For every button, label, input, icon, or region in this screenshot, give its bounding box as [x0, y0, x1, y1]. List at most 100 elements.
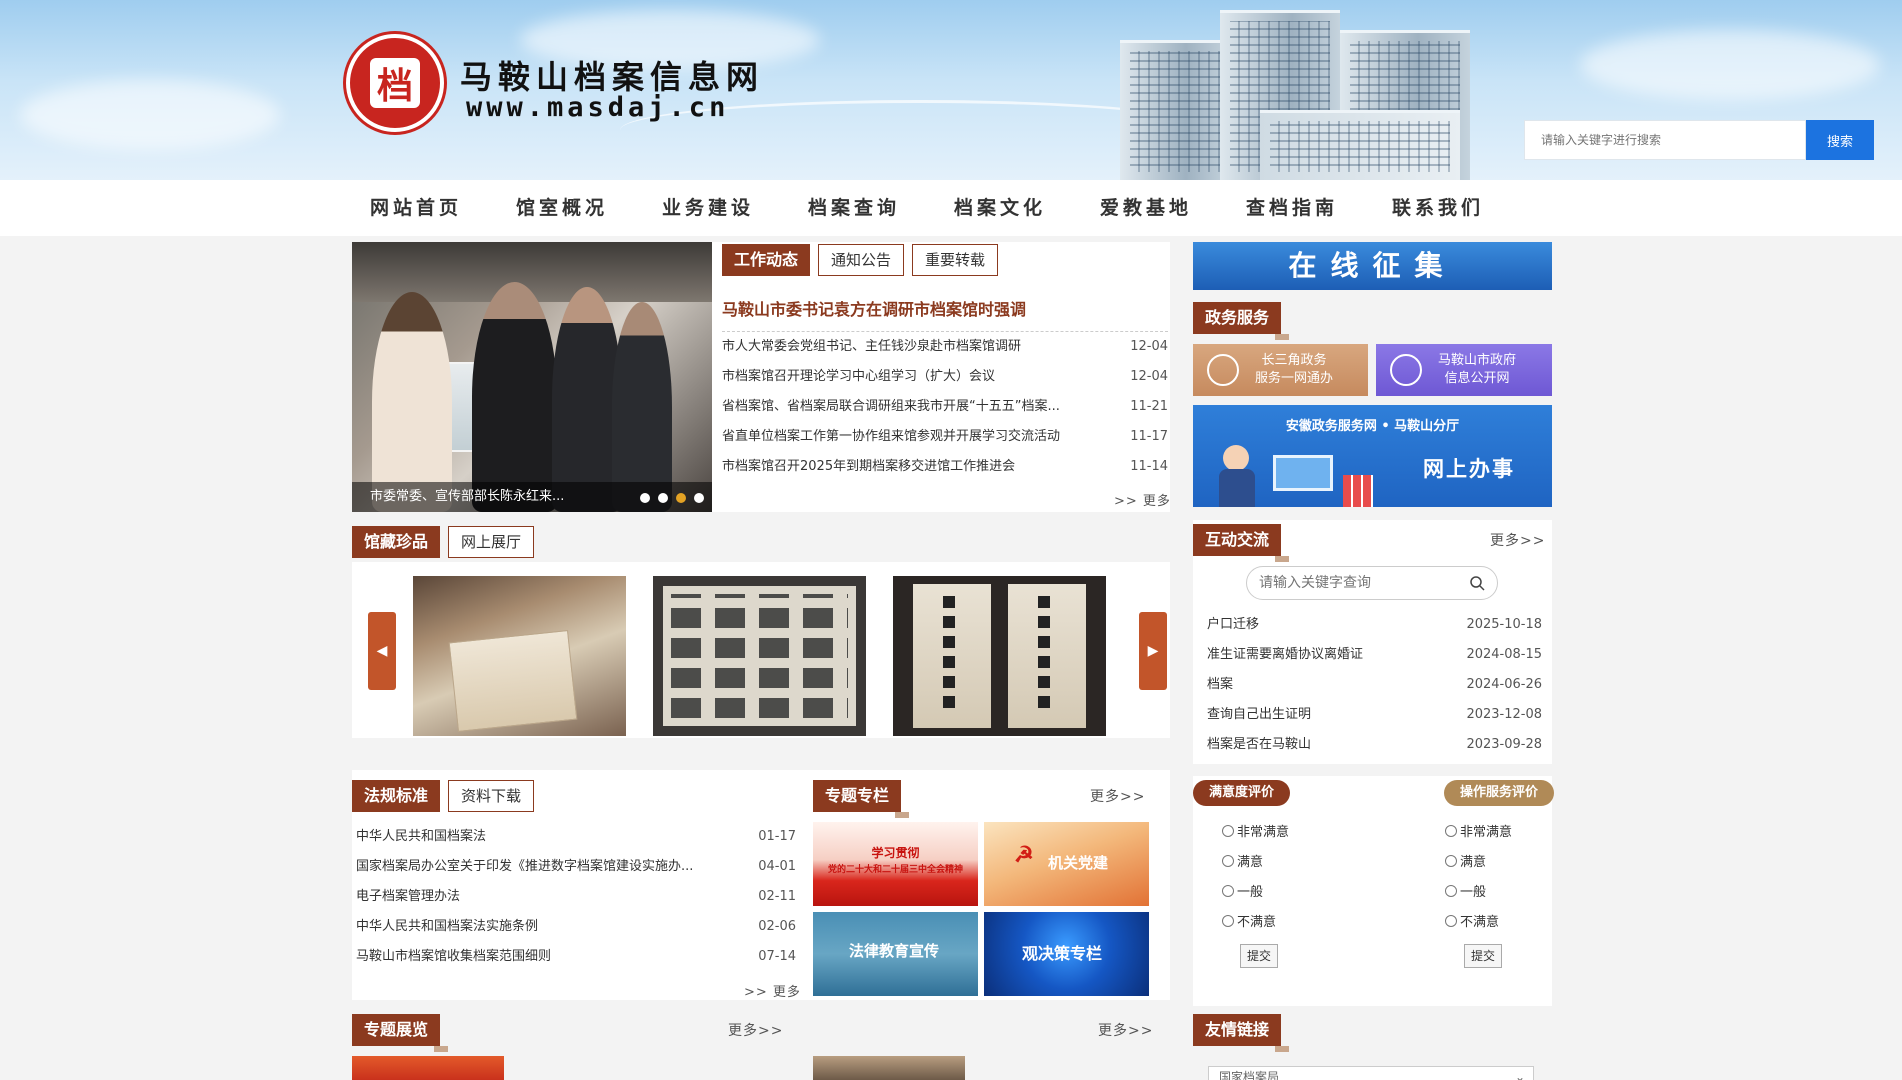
carousel-dot[interactable] — [640, 493, 650, 503]
star-icon — [1390, 354, 1422, 386]
yangtze-gov-service-button[interactable]: 长三角政务 服务一网通办 — [1193, 344, 1368, 396]
rating2-option-average[interactable]: 一般 — [1445, 878, 1486, 908]
nav-item-query[interactable]: 档案查询 — [790, 180, 936, 236]
rating1-option-average[interactable]: 一般 — [1222, 878, 1263, 908]
list-item[interactable]: 准生证需要离婚协议离婚证 2024-08-15 — [1207, 640, 1542, 670]
rating2-option-very-satisfied[interactable]: 非常满意 — [1445, 818, 1512, 848]
links-select[interactable]: 国家档案局 ⌄ — [1208, 1066, 1534, 1080]
search-icon[interactable] — [1470, 576, 1485, 591]
satisfaction-rating-title: 满意度评价 — [1193, 780, 1291, 806]
topics-more-link[interactable]: 更多>> — [1090, 786, 1145, 806]
carousel-caption[interactable]: 市委常委、宣传部部长陈永红来... — [370, 482, 564, 512]
topic-tile-law-education[interactable]: 法律教育宣传 — [813, 912, 978, 996]
nav-item-contact[interactable]: 联系我们 — [1374, 180, 1520, 236]
gov-service-title: 政务服务 — [1193, 302, 1290, 340]
search-button[interactable]: 搜索 — [1806, 120, 1874, 160]
list-item[interactable]: 市档案馆召开2025年到期档案移交进馆工作推进会 11-14 — [722, 452, 1168, 482]
main-nav: 网站首页 馆室概况 业务建设 档案查询 档案文化 爱教基地 查档指南 联系我们 — [0, 180, 1902, 236]
news-headline[interactable]: 马鞍山市委书记袁方在调研市档案馆时强调 — [722, 296, 1168, 332]
list-item[interactable]: 市档案馆召开理论学习中心组学习（扩大）会议 12-04 — [722, 362, 1168, 392]
exhibit-more-link[interactable]: 更多>> — [728, 1020, 783, 1040]
interaction-list: 户口迁移 2025-10-18 准生证需要离婚协议离婚证 2024-08-15 档案… — [1207, 610, 1542, 760]
carousel-dot-active[interactable] — [676, 493, 686, 503]
rating1-option-very-satisfied[interactable]: 非常满意 — [1222, 818, 1289, 848]
site-url: www.masdaj.cn — [466, 92, 730, 123]
interaction-more-link[interactable]: 更多>> — [1490, 530, 1545, 550]
site-header: 档 马鞍山档案信息网 www.masdaj.cn 搜索 — [0, 0, 1902, 180]
tab-laws[interactable]: 法规标准 — [352, 780, 441, 812]
tab-downloads[interactable]: 资料下载 — [448, 780, 535, 812]
search-input[interactable] — [1525, 121, 1805, 159]
nav-item-guide[interactable]: 查档指南 — [1228, 180, 1374, 236]
tab-reprints[interactable]: 重要转载 — [912, 244, 999, 276]
nav-item-business[interactable]: 业务建设 — [644, 180, 790, 236]
exhibit-title: 专题展览 — [352, 1014, 449, 1052]
interaction-search-input[interactable] — [1259, 573, 1459, 593]
site-logo[interactable]: 档 — [346, 34, 444, 132]
news-more-link[interactable]: >> 更多 — [1114, 490, 1171, 509]
cloud-decoration — [20, 80, 280, 150]
rating1-option-satisfied[interactable]: 满意 — [1222, 848, 1263, 878]
party-emblem-icon: ☭ — [1014, 842, 1034, 868]
carousel-dot[interactable] — [658, 493, 668, 503]
chevron-left-icon[interactable]: ◀ — [368, 612, 396, 690]
exhibit-thumb-1[interactable] — [352, 1056, 504, 1080]
tab-work-news[interactable]: 工作动态 — [722, 244, 811, 276]
topics-title: 专题专栏 — [813, 780, 910, 818]
list-item[interactable]: 中华人民共和国档案法实施条例 02-06 — [356, 912, 796, 942]
gear-icon — [1207, 354, 1239, 386]
list-item[interactable]: 档案 2024-06-26 — [1207, 670, 1542, 700]
list-item[interactable]: 马鞍山市档案馆收集档案范围细则 07-14 — [356, 942, 796, 972]
nav-item-culture[interactable]: 档案文化 — [936, 180, 1082, 236]
rating2-option-satisfied[interactable]: 满意 — [1445, 848, 1486, 878]
online-service-banner[interactable]: 安徽政务服务网 • 马鞍山分厅 网上办事 — [1193, 405, 1552, 507]
interaction-search-field[interactable] — [1246, 566, 1498, 600]
chevron-down-icon: ⌄ — [1514, 1070, 1525, 1080]
computer-icon — [1273, 455, 1333, 491]
nav-item-home[interactable]: 网站首页 — [352, 180, 498, 236]
treasure-image-photo-album[interactable] — [653, 576, 866, 736]
list-item[interactable]: 查询自己出生证明 2023-12-08 — [1207, 700, 1542, 730]
rating1-submit-button[interactable]: 提交 — [1240, 944, 1278, 968]
laws-more-link[interactable]: >> 更多 — [744, 981, 801, 1000]
laws-tabs: 法规标准 资料下载 — [352, 780, 535, 812]
search-field[interactable] — [1524, 120, 1806, 160]
person-icon — [1223, 445, 1249, 471]
treasure-carousel: ◀ ▶ — [352, 562, 1170, 738]
nav-item-education-base[interactable]: 爱教基地 — [1082, 180, 1228, 236]
list-item[interactable]: 户口迁移 2025-10-18 — [1207, 610, 1542, 640]
rating2-submit-button[interactable]: 提交 — [1464, 944, 1502, 968]
rating1-option-dissatisfied[interactable]: 不满意 — [1222, 908, 1276, 938]
list-item[interactable]: 档案是否在马鞍山 2023-09-28 — [1207, 730, 1542, 760]
rating2-option-dissatisfied[interactable]: 不满意 — [1445, 908, 1499, 938]
gov-info-public-button[interactable]: 马鞍山市政府 信息公开网 — [1376, 344, 1552, 396]
topic-tile-study[interactable]: 学习贯彻 党的二十大和二十届三中全会精神 — [813, 822, 978, 906]
laws-list: 中华人民共和国档案法 01-17 国家档案局办公室关于印发《推进数字档案馆建设实施… — [356, 822, 796, 972]
tab-notices[interactable]: 通知公告 — [818, 244, 905, 276]
archive-building-image — [1100, 0, 1500, 180]
list-item[interactable]: 省档案馆、省档案局联合调研组来我市开展“十五五”档案... 11-21 — [722, 392, 1168, 422]
service-rating-title: 操作服务评价 — [1444, 780, 1555, 806]
tab-treasures[interactable]: 馆藏珍品 — [352, 526, 441, 558]
cloud-decoration — [1580, 30, 1880, 100]
links-title: 友情链接 — [1193, 1014, 1290, 1052]
topic-tile-party-building[interactable]: ☭ 机关党建 — [984, 822, 1149, 906]
nav-item-overview[interactable]: 馆室概况 — [498, 180, 644, 236]
treasure-image-calligraphy[interactable] — [893, 576, 1106, 736]
tab-online-gallery[interactable]: 网上展厅 — [448, 526, 535, 558]
interaction-title: 互动交流 — [1193, 524, 1290, 562]
carousel-dot[interactable] — [694, 493, 704, 503]
news-list: 市人大常委会党组书记、主任钱沙泉赴市档案馆调研 12-04 市档案馆召开理论学习中… — [722, 332, 1168, 482]
list-item[interactable]: 国家档案局办公室关于印发《推进数字档案馆建设实施办... 04-01 — [356, 852, 796, 882]
exhibit-more-link-2[interactable]: 更多>> — [1098, 1020, 1153, 1040]
exhibit-thumb-2[interactable] — [813, 1056, 965, 1080]
list-item[interactable]: 省直单位档案工作第一协作组来馆参观并开展学习交流活动 11-17 — [722, 422, 1168, 452]
list-item[interactable]: 中华人民共和国档案法 01-17 — [356, 822, 796, 852]
topic-tile-decision[interactable]: 观决策专栏 — [984, 912, 1149, 996]
chevron-right-icon[interactable]: ▶ — [1139, 612, 1167, 690]
list-item[interactable]: 市人大常委会党组书记、主任钱沙泉赴市档案馆调研 12-04 — [722, 332, 1168, 362]
photo-carousel[interactable]: 市委常委、宣传部部长陈永红来... — [352, 242, 712, 512]
online-collection-banner[interactable]: 在线征集 — [1193, 242, 1552, 290]
treasure-image-ledgers[interactable] — [413, 576, 626, 736]
list-item[interactable]: 电子档案管理办法 02-11 — [356, 882, 796, 912]
